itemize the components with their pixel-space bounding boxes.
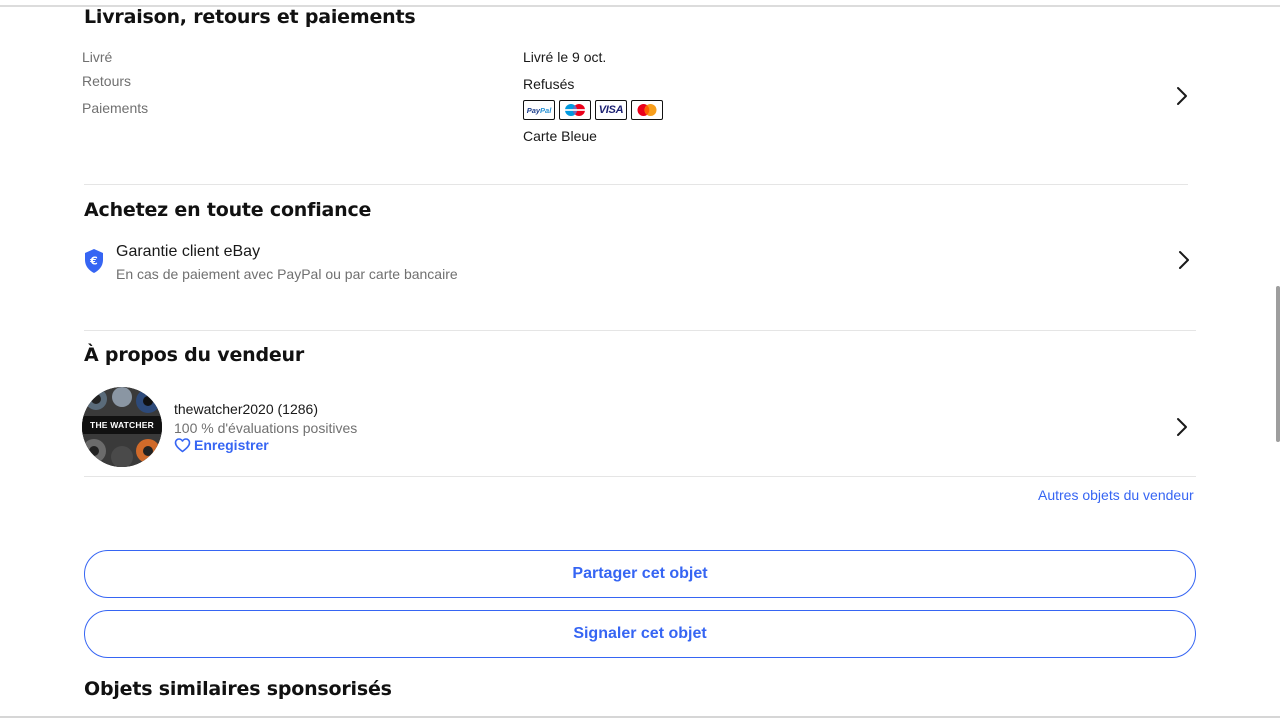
section-divider: [84, 476, 1196, 477]
seller-name[interactable]: thewatcher2020 (1286): [174, 401, 318, 417]
seller-rating: 100 % d'évaluations positives: [174, 420, 358, 436]
report-button[interactable]: Signaler cet objet: [84, 610, 1196, 658]
payment-note: Carte Bleue: [523, 128, 597, 144]
chevron-right-icon[interactable]: [1175, 85, 1189, 107]
svg-text:€: €: [89, 255, 98, 268]
delivery-section-title: Livraison, retours et paiements: [84, 6, 416, 28]
sponsored-section-title: Objets similaires sponsorisés: [84, 678, 392, 700]
heart-icon: [174, 438, 191, 453]
section-divider: [84, 330, 1196, 331]
scrollbar[interactable]: [1276, 286, 1280, 442]
paypal-icon: Pay Pal: [523, 100, 555, 120]
seller-avatar[interactable]: THE WATCHER: [82, 387, 162, 467]
guarantee-title[interactable]: Garantie client eBay: [116, 243, 260, 261]
chevron-right-icon[interactable]: [1175, 416, 1189, 438]
delivered-label: Livré: [82, 49, 113, 65]
mastercard-icon: [631, 100, 663, 120]
share-button[interactable]: Partager cet objet: [84, 550, 1196, 598]
payments-label: Paiements: [82, 100, 149, 116]
delivered-value: Livré le 9 oct.: [523, 49, 607, 65]
returns-label: Retours: [82, 73, 132, 89]
maestro-icon: [559, 100, 591, 120]
section-divider: [84, 184, 1188, 185]
chevron-right-icon[interactable]: [1177, 249, 1191, 271]
other-items-link[interactable]: Autres objets du vendeur: [1038, 487, 1194, 503]
guarantee-subtitle: En cas de paiement avec PayPal ou par ca…: [116, 266, 458, 282]
avatar-label: THE WATCHER: [82, 416, 162, 434]
trust-section-title: Achetez en toute confiance: [84, 199, 372, 221]
save-seller-label: Enregistrer: [194, 437, 269, 453]
save-seller-button[interactable]: Enregistrer: [174, 437, 269, 453]
seller-section-title: À propos du vendeur: [84, 344, 305, 366]
shield-euro-icon: €: [83, 248, 105, 274]
payment-methods: Pay Pal VISA: [523, 100, 663, 120]
returns-value: Refusés: [523, 76, 575, 92]
visa-icon: VISA: [595, 100, 627, 120]
